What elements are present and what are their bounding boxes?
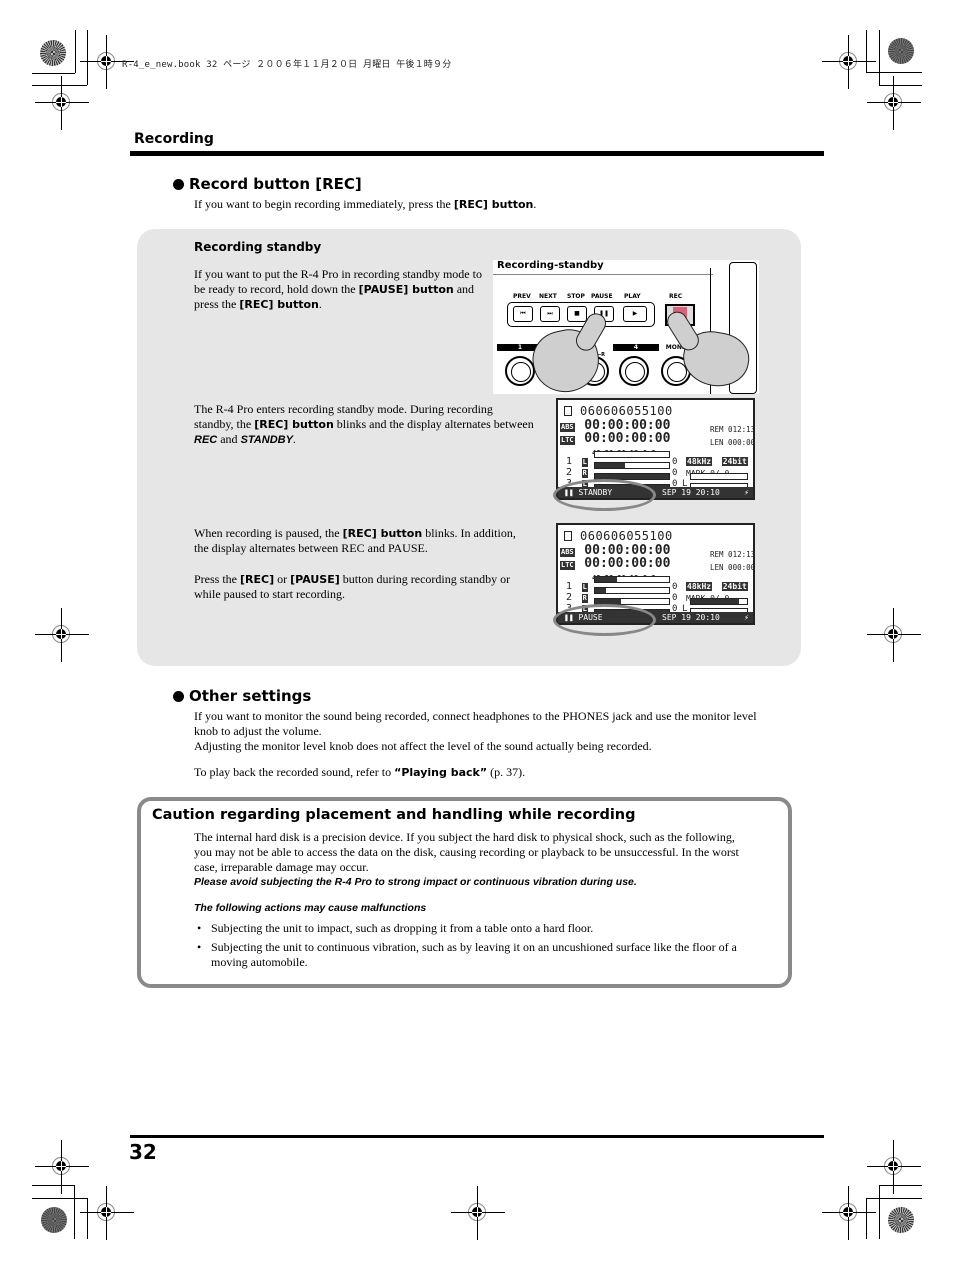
next-label: NEXT [539, 293, 557, 300]
crop-mark [75, 30, 76, 73]
registration-mark-icon [867, 76, 921, 130]
crop-mark [32, 1185, 74, 1186]
rec-label: REC [669, 293, 683, 300]
bullet-icon [173, 179, 184, 190]
list-item: Subjecting the unit to impact, such as d… [194, 921, 739, 936]
prev-icon: ⏮ [513, 306, 533, 322]
standby-heading: Recording standby [194, 240, 322, 254]
other-settings-p3: To play back the recorded sound, refer t… [194, 765, 526, 779]
len-readout: LEN 000:00:00 [710, 438, 755, 447]
lcd-date: SEP 19 20:10 [662, 488, 720, 497]
caution-warning: Please avoid subjecting the R-4 Pro to s… [194, 876, 637, 888]
crop-mark [879, 1185, 880, 1239]
rec-button-ref: [REC] button [453, 198, 534, 211]
stop-label: STOP [567, 293, 585, 300]
caution-p1: The internal hard disk is a precision de… [194, 830, 739, 874]
ltc-tag: LTC [560, 561, 575, 570]
knob-icon [619, 356, 649, 386]
channel-meter [594, 576, 670, 583]
prev-label: PREV [513, 293, 531, 300]
registration-mark-icon [867, 1140, 921, 1194]
crop-mark [866, 72, 922, 73]
page-number: 32 [129, 1140, 157, 1164]
other-settings-title: Other settings [173, 687, 311, 705]
header-rule [130, 151, 824, 156]
stop-icon: ■ [567, 306, 587, 322]
crop-mark [74, 1185, 75, 1239]
color-bar-icon [888, 1207, 914, 1233]
illustration-label: Recording-standby [497, 260, 604, 271]
caution-subhead: The following actions may cause malfunct… [194, 902, 427, 914]
standby-para-4: Press the [REC] or [PAUSE] button during… [194, 572, 511, 601]
lcd-date: SEP 19 20:10 [662, 613, 720, 622]
playing-back-link[interactable]: “Playing back” [394, 766, 487, 779]
play-label: PLAY [624, 293, 641, 300]
registration-mark-icon [822, 35, 876, 89]
registration-mark-icon [35, 608, 89, 662]
registration-mark-icon [35, 76, 89, 130]
crop-mark [866, 30, 867, 73]
crop-mark [87, 30, 88, 85]
standby-highlight-ellipse [553, 479, 656, 511]
running-head: Recording [134, 131, 214, 147]
caution-list: Subjecting the unit to impact, such as d… [194, 921, 739, 974]
record-section-title-text: Record button [REC] [189, 175, 362, 193]
registration-mark-icon [451, 1186, 505, 1240]
registration-mark-icon [35, 1140, 89, 1194]
pause-label: PAUSE [591, 293, 613, 300]
crop-mark [866, 1198, 922, 1199]
output-meter-l [690, 473, 748, 480]
color-bar-icon [888, 38, 914, 64]
crop-mark [87, 1198, 88, 1239]
print-slug: R-4_e_new.book 32 ページ ２００６年１１月２０日 月曜日 午後… [122, 60, 452, 70]
output-meter-l [690, 598, 748, 605]
registration-mark-icon [80, 1186, 134, 1240]
color-bar-icon [40, 40, 66, 66]
standby-para-1: If you want to put the R-4 Pro in record… [194, 267, 482, 311]
pause-highlight-ellipse [553, 604, 656, 636]
standby-para-2: The R-4 Pro enters recording standby mod… [194, 402, 534, 446]
next-icon: ⏭ [540, 306, 560, 322]
power-icon: ⚡ [744, 488, 749, 497]
channel-meter [594, 451, 670, 458]
power-icon: ⚡ [744, 613, 749, 622]
other-settings-p1: If you want to monitor the sound being r… [194, 709, 757, 738]
registration-mark-icon [867, 608, 921, 662]
registration-mark-icon [80, 35, 134, 89]
crop-mark [879, 85, 922, 86]
caution-title: Caution regarding placement and handling… [152, 807, 636, 823]
crop-mark [32, 1198, 87, 1199]
footer-rule [130, 1135, 824, 1138]
play-icon: ▶ [623, 306, 647, 322]
crop-mark [866, 1198, 867, 1239]
color-bar-icon [41, 1207, 67, 1233]
device-illustration: Recording-standby PREV NEXT STOP PAUSE P… [493, 260, 759, 394]
registration-mark-icon [822, 1186, 876, 1240]
record-section-intro: If you want to begin recording immediate… [194, 197, 537, 211]
other-settings-p2: Adjusting the monitor level knob does no… [194, 739, 652, 753]
channel-meter [594, 587, 670, 594]
crop-mark [32, 85, 87, 86]
crop-mark [32, 73, 75, 74]
ltc-tag: LTC [560, 436, 575, 445]
record-section-title: Record button [REC] [173, 175, 362, 193]
list-item: Subjecting the unit to continuous vibrat… [194, 940, 739, 970]
channel-meter [594, 462, 670, 469]
crop-mark [879, 30, 880, 85]
len-readout: LEN 000:00:00 [710, 563, 755, 572]
knob-icon [505, 356, 535, 386]
channel-4-label: 4 [613, 344, 659, 351]
standby-para-3: When recording is paused, the [REC] butt… [194, 526, 516, 555]
bullet-icon [173, 691, 184, 702]
crop-mark [879, 1185, 922, 1186]
